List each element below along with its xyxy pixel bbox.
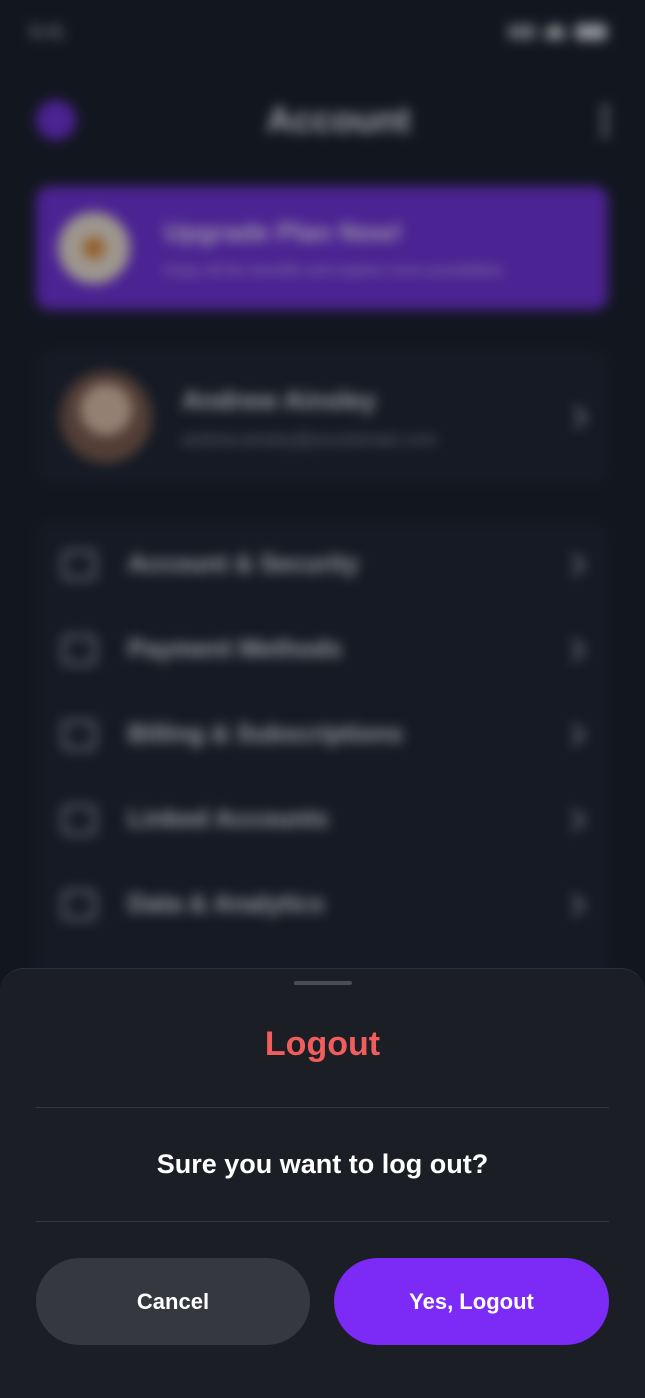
menu-item-label: Billing & Subscriptions <box>128 720 404 748</box>
cancel-button[interactable]: Cancel <box>36 1258 310 1345</box>
receipt-icon <box>62 719 96 750</box>
more-options-icon[interactable] <box>601 103 609 137</box>
chevron-right-icon <box>564 405 588 429</box>
battery-icon <box>575 24 607 40</box>
chevron-right-icon <box>562 723 586 746</box>
shield-icon <box>62 549 96 580</box>
menu-item-label: Data & Analytics <box>128 890 325 918</box>
confirm-logout-button[interactable]: Yes, Logout <box>334 1258 609 1345</box>
menu-item-label: Account & Security <box>128 550 359 578</box>
status-time: 9:41 <box>30 21 66 42</box>
menu-item-label: Payment Methods <box>128 635 342 663</box>
premium-badge-icon <box>58 212 130 284</box>
logout-bottom-sheet: Logout Sure you want to log out? Cancel … <box>0 968 645 1398</box>
logout-confirmation-message: Sure you want to log out? <box>156 1149 489 1179</box>
divider <box>36 1107 609 1108</box>
profile-card[interactable]: Andrew Ainsley andrew.ainsley@yourdomain… <box>36 350 608 484</box>
app-header: Account <box>36 92 609 148</box>
menu-item-billing-subscriptions[interactable]: Billing & Subscriptions <box>62 692 586 777</box>
chart-icon <box>62 889 96 920</box>
menu-item-linked-accounts[interactable]: Linked Accounts <box>62 777 586 862</box>
profile-name: Andrew Ainsley <box>182 384 377 415</box>
sheet-drag-handle[interactable] <box>294 981 352 985</box>
chevron-right-icon <box>562 893 586 916</box>
chevron-right-icon <box>562 808 586 831</box>
upgrade-title: Upgrade Plan Now! <box>164 217 403 247</box>
wifi-icon <box>545 25 565 39</box>
chevron-right-icon <box>562 553 586 576</box>
menu-item-account-security[interactable]: Account & Security <box>62 522 586 607</box>
divider <box>36 1221 609 1222</box>
signal-icon <box>509 25 535 39</box>
page-title: Account <box>266 99 411 140</box>
settings-menu: Account & Security Payment Methods Billi… <box>36 522 608 982</box>
app-logo-icon <box>36 100 76 140</box>
card-icon <box>62 634 96 665</box>
sheet-title: Logout <box>264 1025 381 1063</box>
status-bar: 9:41 <box>30 18 607 46</box>
profile-email: andrew.ainsley@yourdomain.com <box>182 429 438 449</box>
menu-item-label: Linked Accounts <box>128 805 329 833</box>
status-icons <box>509 24 607 40</box>
upgrade-banner[interactable]: Upgrade Plan Now! Enjoy all the benefits… <box>36 186 608 310</box>
swap-icon <box>62 804 96 835</box>
chevron-right-icon <box>562 638 586 661</box>
avatar <box>60 371 152 463</box>
menu-item-payment-methods[interactable]: Payment Methods <box>62 607 586 692</box>
upgrade-subtitle: Enjoy all the benefits and explore more … <box>164 262 505 279</box>
menu-item-data-analytics[interactable]: Data & Analytics <box>62 862 586 947</box>
